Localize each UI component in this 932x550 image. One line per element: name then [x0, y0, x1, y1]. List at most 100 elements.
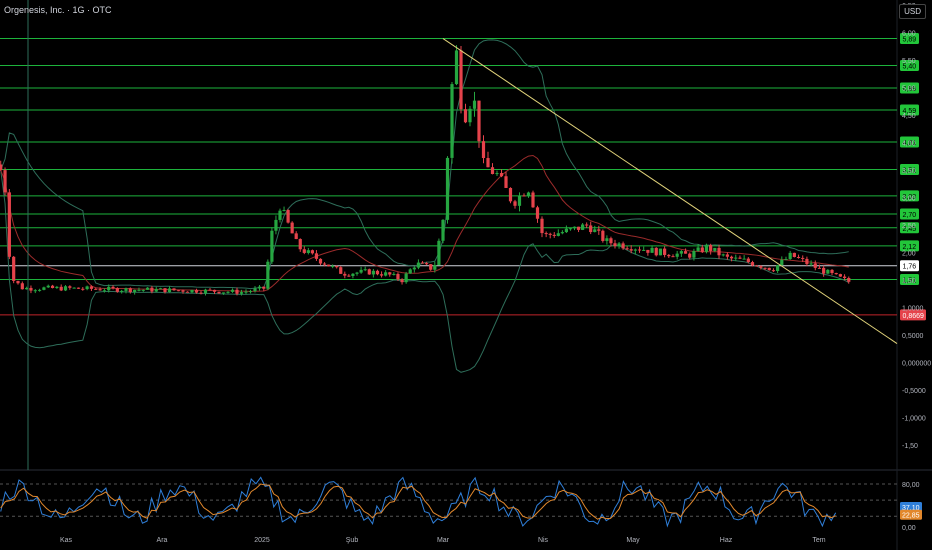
- candle-body: [270, 230, 274, 262]
- candle-body: [675, 253, 679, 257]
- stoch-tick-label: 0,00: [902, 525, 916, 532]
- candle-body: [589, 225, 593, 233]
- candle-body: [176, 290, 181, 292]
- candle-body: [605, 238, 609, 241]
- candle-body: [128, 288, 132, 293]
- candle-body: [585, 224, 589, 226]
- candle-body: [310, 250, 314, 254]
- price-tick-label: 4,50: [902, 113, 916, 120]
- candle-body: [750, 262, 755, 266]
- candle-body: [613, 243, 617, 247]
- candle-body: [199, 292, 203, 294]
- level-label: 2,70: [903, 212, 917, 219]
- candle-body: [593, 229, 597, 233]
- candle-body: [425, 263, 429, 265]
- candle-body: [266, 261, 270, 289]
- candle-body: [826, 269, 830, 274]
- candle-body: [172, 288, 176, 291]
- candle-body: [25, 287, 29, 290]
- candle-body: [392, 273, 396, 275]
- candle-body: [318, 258, 323, 264]
- candle-body: [412, 267, 416, 270]
- time-tick-label: Tem: [812, 537, 825, 544]
- price-tick-label: 4,00: [902, 141, 916, 148]
- candle-body: [367, 269, 371, 275]
- candle-body: [33, 290, 37, 292]
- candle-body: [230, 289, 235, 292]
- candle-body: [734, 257, 738, 259]
- candle-body: [107, 286, 111, 291]
- price-tick-label: 2,50: [902, 223, 916, 230]
- candle-body: [658, 248, 663, 256]
- candle-body: [526, 192, 531, 196]
- candle-body: [154, 289, 158, 292]
- time-tick-label: Mar: [437, 537, 450, 544]
- candle-body: [564, 228, 568, 233]
- candle-body: [621, 243, 625, 249]
- candle-body: [834, 273, 838, 275]
- candle-body: [371, 270, 375, 275]
- candle-body: [544, 233, 548, 235]
- price-tick-label: -1,0000: [902, 416, 926, 423]
- candle-body: [12, 256, 16, 281]
- candle-body: [185, 291, 190, 293]
- time-tick-label: 2025: [254, 537, 270, 544]
- candle-body: [696, 247, 700, 251]
- time-tick-label: Kas: [60, 537, 73, 544]
- candle-body: [133, 289, 137, 293]
- candle-body: [633, 249, 637, 251]
- candle-body: [29, 287, 33, 291]
- candle-body: [7, 192, 11, 257]
- candle-body: [63, 286, 68, 291]
- price-tick-label: 0,000000: [902, 361, 931, 368]
- candle-body: [601, 230, 605, 241]
- candle-body: [343, 273, 347, 276]
- candle-body: [597, 229, 601, 231]
- candle-body: [704, 245, 709, 252]
- candle-body: [495, 173, 499, 175]
- candle-body: [404, 273, 408, 283]
- candle-body: [339, 267, 343, 274]
- candle-body: [235, 289, 239, 294]
- candle-body: [700, 247, 704, 252]
- stoch-k-line: [0, 476, 837, 528]
- candle-body: [830, 269, 834, 274]
- candle-body: [683, 251, 688, 254]
- candle-body: [805, 258, 809, 265]
- candle-body: [274, 219, 278, 231]
- candle-body: [637, 249, 642, 251]
- price-tick-label: 3,00: [902, 196, 916, 203]
- candle-body: [322, 263, 327, 265]
- candle-body: [508, 187, 513, 202]
- candle-body: [433, 265, 437, 270]
- candle-body: [120, 290, 124, 292]
- candle-body: [146, 287, 150, 290]
- bollinger-upper: [0, 39, 849, 290]
- candle-body: [42, 287, 46, 290]
- candle-body: [667, 254, 671, 257]
- candle-body: [713, 247, 717, 251]
- candle-body: [522, 195, 526, 197]
- candle-body: [16, 280, 20, 284]
- candle-body: [167, 288, 172, 293]
- candle-body: [137, 289, 141, 291]
- candle-body: [499, 173, 504, 177]
- price-tick-label: 1,50: [902, 278, 916, 285]
- candle-body: [437, 240, 441, 266]
- candle-body: [282, 209, 286, 211]
- candle-body: [158, 288, 163, 290]
- candle-body: [581, 224, 585, 230]
- candle-body: [355, 272, 359, 274]
- price-chart[interactable]: 5,895,404,994,594,013,513,032,702,452,12…: [0, 0, 932, 550]
- price-tick-label: 6,00: [902, 31, 916, 38]
- candle-body: [181, 290, 185, 292]
- price-tick-label: 5,50: [902, 58, 916, 65]
- currency-badge[interactable]: USD: [899, 4, 926, 19]
- candle-body: [642, 249, 646, 251]
- time-tick-label: Şub: [346, 537, 359, 544]
- candle-body: [572, 226, 577, 229]
- candle-body: [194, 289, 199, 293]
- candle-body: [817, 267, 822, 269]
- candle-body: [94, 288, 98, 290]
- stoch-d-line: [0, 483, 836, 520]
